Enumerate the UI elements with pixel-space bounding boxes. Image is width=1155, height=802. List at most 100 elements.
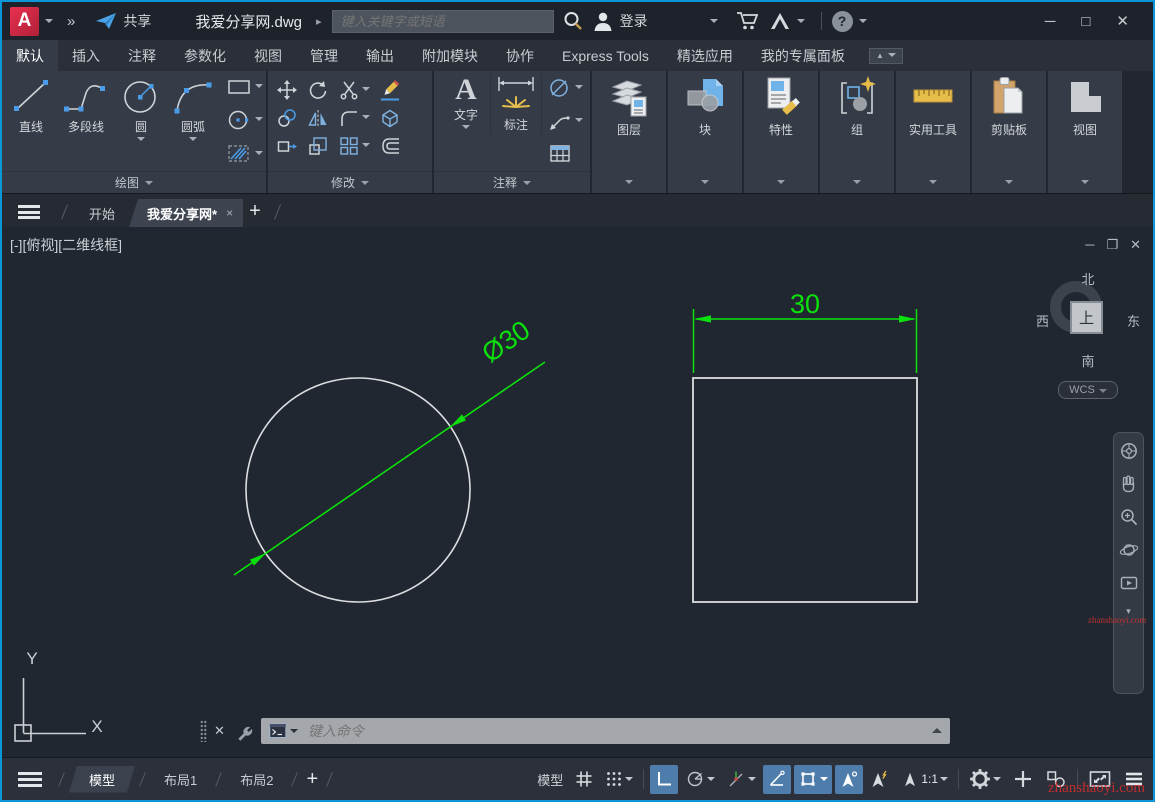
pan-hand-icon[interactable] bbox=[1119, 474, 1139, 494]
navigation-bar[interactable]: ▾ bbox=[1113, 432, 1144, 694]
new-tab-button[interactable]: + bbox=[249, 200, 261, 223]
file-menu-icon[interactable] bbox=[18, 205, 40, 219]
wcs-button[interactable]: WCS bbox=[1058, 381, 1118, 399]
move-icon[interactable] bbox=[276, 79, 298, 101]
viewcube-north[interactable]: 北 bbox=[1038, 269, 1138, 288]
status-customize-button[interactable] bbox=[1119, 765, 1149, 794]
ribbon-tab-addins[interactable]: 附加模块 bbox=[408, 40, 492, 71]
layout-tab-1[interactable]: 布局1 bbox=[150, 766, 211, 793]
hatch-button[interactable] bbox=[226, 143, 263, 165]
snap-toggle[interactable] bbox=[601, 765, 637, 794]
app-menu-caret-icon[interactable] bbox=[45, 19, 53, 27]
panel-title-properties[interactable] bbox=[744, 171, 818, 193]
fillet-button[interactable] bbox=[338, 107, 370, 129]
file-tab-start[interactable]: 开始 bbox=[75, 199, 129, 227]
line-button[interactable]: 直线 bbox=[6, 73, 56, 137]
ribbon-tab-collaborate[interactable]: 协作 bbox=[492, 40, 548, 71]
ribbon-tab-annotate[interactable]: 注释 bbox=[114, 40, 170, 71]
new-layout-button[interactable]: + bbox=[306, 768, 318, 791]
scale-caret-icon[interactable] bbox=[940, 777, 948, 785]
autodesk-account-button[interactable] bbox=[769, 12, 791, 30]
copy-icon[interactable] bbox=[276, 107, 298, 129]
command-line[interactable]: ✕ bbox=[200, 714, 950, 747]
scale-icon[interactable] bbox=[307, 135, 329, 157]
ribbon-tab-insert[interactable]: 插入 bbox=[58, 40, 114, 71]
ribbon-tab-custom[interactable]: 我的专属面板 bbox=[747, 40, 859, 71]
drawn-square[interactable] bbox=[693, 378, 917, 602]
app-store-button[interactable] bbox=[736, 11, 759, 31]
command-input[interactable] bbox=[298, 723, 932, 739]
layout-tab-model[interactable]: 模型 bbox=[69, 766, 135, 793]
panel-title-group[interactable] bbox=[820, 171, 894, 193]
panel-title-annotation[interactable]: 注释 bbox=[434, 171, 590, 193]
ribbon-collapse-button[interactable]: ▲ bbox=[869, 48, 903, 64]
tab-close-icon[interactable]: × bbox=[226, 206, 233, 220]
model-space-canvas[interactable]: Ø30 30 bbox=[2, 227, 1153, 757]
tracking-plus-button[interactable] bbox=[1008, 765, 1038, 794]
share-button[interactable]: 共享 bbox=[95, 11, 151, 31]
offset-icon[interactable] bbox=[379, 135, 401, 157]
otrack-toggle[interactable] bbox=[763, 765, 791, 794]
app-logo-button[interactable]: A bbox=[10, 7, 39, 36]
ribbon-tab-express[interactable]: Express Tools bbox=[548, 40, 663, 71]
view-button[interactable]: 视图 bbox=[1060, 73, 1110, 140]
dimension-button[interactable]: 标注 bbox=[490, 73, 542, 135]
circle-caret-icon[interactable] bbox=[137, 137, 145, 145]
linear-dimension[interactable]: 30 bbox=[694, 289, 917, 373]
command-expand-icon[interactable] bbox=[932, 723, 942, 733]
text-button[interactable]: A 文字 bbox=[442, 73, 490, 135]
gear-caret-icon[interactable] bbox=[993, 777, 1001, 785]
viewcube-east[interactable]: 东 bbox=[1127, 311, 1140, 330]
ribbon-tab-featured[interactable]: 精选应用 bbox=[663, 40, 747, 71]
box-3d-icon[interactable] bbox=[379, 107, 401, 129]
model-space-button[interactable]: 模型 bbox=[533, 765, 567, 794]
viewcube-top-face[interactable]: 上 bbox=[1070, 301, 1103, 334]
maximize-button[interactable]: □ bbox=[1081, 13, 1090, 30]
command-caret-icon[interactable] bbox=[290, 729, 298, 737]
navigation-wheel-icon[interactable] bbox=[1119, 441, 1139, 461]
navbar-more-icon[interactable]: ▾ bbox=[1126, 606, 1131, 617]
viewcube-west[interactable]: 西 bbox=[1036, 311, 1049, 330]
leader-button[interactable] bbox=[548, 110, 583, 132]
help-button[interactable]: ? bbox=[832, 11, 853, 32]
table-button[interactable] bbox=[548, 143, 583, 165]
annotation-scale-button[interactable]: 1:1 bbox=[897, 765, 952, 794]
ellipse-button[interactable] bbox=[226, 109, 263, 131]
trim-button[interactable] bbox=[338, 79, 370, 101]
diameter-dim-button[interactable] bbox=[548, 77, 583, 99]
login-button[interactable]: 登录 bbox=[592, 10, 648, 32]
panel-title-block[interactable] bbox=[668, 171, 742, 193]
panel-title-modify[interactable]: 修改 bbox=[268, 171, 432, 193]
layers-button[interactable]: 图层 bbox=[604, 73, 654, 140]
ribbon-tab-parametric[interactable]: 参数化 bbox=[170, 40, 240, 71]
search-input[interactable] bbox=[333, 14, 553, 29]
viewcube-south[interactable]: 南 bbox=[1038, 351, 1138, 370]
command-close-icon[interactable]: ✕ bbox=[214, 723, 225, 739]
command-history-icon[interactable] bbox=[269, 723, 287, 739]
isolate-objects-button[interactable] bbox=[1041, 765, 1071, 794]
clean-screen-button[interactable] bbox=[1084, 765, 1116, 794]
login-caret-icon[interactable] bbox=[710, 19, 718, 27]
zoom-icon[interactable] bbox=[1119, 507, 1139, 527]
properties-button[interactable]: 特性 bbox=[756, 73, 806, 140]
ribbon-tab-view[interactable]: 视图 bbox=[240, 40, 296, 71]
search-button[interactable] bbox=[562, 10, 584, 32]
rectangle-button[interactable] bbox=[226, 77, 263, 97]
panel-title-clipboard[interactable] bbox=[972, 171, 1046, 193]
snap-caret-icon[interactable] bbox=[625, 777, 633, 785]
layout-menu-icon[interactable] bbox=[18, 772, 42, 787]
ribbon-tab-output[interactable]: 输出 bbox=[352, 40, 408, 71]
erase-icon[interactable] bbox=[379, 79, 401, 101]
ribbon-tab-manage[interactable]: 管理 bbox=[296, 40, 352, 71]
ortho-toggle[interactable] bbox=[650, 765, 678, 794]
mirror-icon[interactable] bbox=[307, 107, 329, 129]
osnap-caret-icon[interactable] bbox=[820, 777, 828, 785]
help-caret-icon[interactable] bbox=[859, 19, 867, 27]
panel-title-view[interactable] bbox=[1048, 171, 1122, 193]
autodesk-caret-icon[interactable] bbox=[797, 19, 805, 27]
panel-title-draw[interactable]: 绘图 bbox=[2, 171, 266, 193]
isodraft-caret-icon[interactable] bbox=[748, 777, 756, 785]
annotation-autoscale-toggle[interactable] bbox=[866, 765, 894, 794]
grid-toggle[interactable] bbox=[570, 765, 598, 794]
circle-button[interactable]: 圆 bbox=[116, 73, 166, 147]
